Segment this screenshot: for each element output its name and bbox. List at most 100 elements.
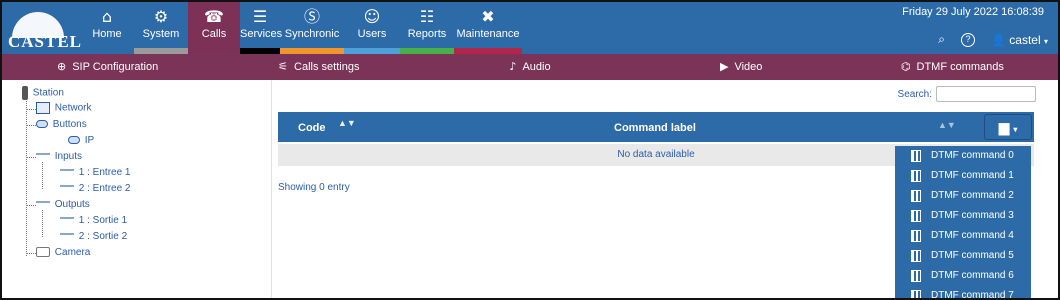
nav-synchronic-label: Synchronic xyxy=(284,28,340,40)
dropdown-item-label: DTMF command 0 xyxy=(931,150,1014,161)
buttons-icon xyxy=(36,120,48,129)
dropdown-item[interactable]: DTMF command 6 xyxy=(895,266,1031,286)
outputs-icon xyxy=(36,201,50,207)
tools-icon: ✖ xyxy=(481,7,495,26)
subnav-video[interactable]: ▶ Video xyxy=(636,54,847,80)
datetime: Friday 29 July 2022 16:08:39 xyxy=(902,6,1044,18)
keypad-icon xyxy=(911,250,921,262)
nav-calls[interactable]: ☎ Calls xyxy=(188,2,240,54)
tree-node-buttons[interactable]: Buttons xyxy=(36,119,87,130)
subnav-audio[interactable]: ♪ Audio xyxy=(424,54,635,80)
tree-line xyxy=(26,205,36,206)
top-navbar: CASTEL ⌂ Home ⚙ System ☎ Calls ☰ Service… xyxy=(2,2,1058,54)
tree-node-input-2[interactable]: 2 : Entree 2 xyxy=(60,183,130,194)
keypad-icon xyxy=(911,290,921,298)
input-icon xyxy=(60,169,74,175)
subnav-calls-settings[interactable]: ⚟ Calls settings xyxy=(213,54,424,80)
reports-icon: ☷ xyxy=(419,7,435,26)
globe-icon: ⊕ xyxy=(56,60,67,73)
main-nav: ⌂ Home ⚙ System ☎ Calls ☰ Services Ⓢ Syn… xyxy=(80,2,522,54)
sort-icon[interactable]: ▲▼ xyxy=(938,120,956,130)
subnav-audio-label: Audio xyxy=(522,61,551,73)
tree-node-input-1[interactable]: 1 : Entree 1 xyxy=(60,167,130,178)
castel-logo[interactable]: CASTEL xyxy=(2,2,81,54)
column-header-code[interactable]: Code xyxy=(298,122,326,134)
dropdown-item[interactable]: DTMF command 0 xyxy=(895,146,1031,166)
tree-node-ip[interactable]: IP xyxy=(68,135,94,146)
sort-ascending-icon[interactable]: ▲▼ xyxy=(338,118,356,128)
table-header: Code ▲▼ Command label ▲▼ ▆ ▾ xyxy=(278,112,1034,142)
table-info: Showing 0 entry xyxy=(278,182,350,193)
column-header-command-label[interactable]: Command label xyxy=(614,122,696,134)
dropdown-item-label: DTMF command 6 xyxy=(931,270,1014,281)
user-icon: 👤 xyxy=(990,32,1006,47)
sync-icon: Ⓢ xyxy=(303,7,320,26)
tree-node-output-2[interactable]: 2 : Sortie 2 xyxy=(60,231,127,242)
tree-line xyxy=(42,162,43,189)
nav-users-label: Users xyxy=(357,28,387,40)
dropdown-item-label: DTMF command 1 xyxy=(931,170,1014,181)
nav-users[interactable]: ☺ Users xyxy=(344,2,400,54)
nav-services[interactable]: ☰ Services xyxy=(240,2,283,54)
input-icon xyxy=(60,185,74,191)
logo-text: CASTEL xyxy=(8,32,83,51)
nav-system[interactable]: ⚙ System xyxy=(134,2,188,54)
user-menu[interactable]: 👤 castel ▾ xyxy=(991,33,1048,47)
keypad-icon xyxy=(911,230,921,242)
user-name: castel xyxy=(1009,32,1041,47)
nav-maintenance[interactable]: ✖ Maintenance xyxy=(454,2,522,54)
tree-node-outputs[interactable]: Outputs xyxy=(36,199,90,210)
tree-ip-label: IP xyxy=(84,135,95,146)
tree-output2-label: 2 : Sortie 2 xyxy=(78,231,128,242)
tree-node-inputs[interactable]: Inputs xyxy=(36,151,82,162)
dropdown-item[interactable]: DTMF command 2 xyxy=(895,186,1031,206)
tree-line xyxy=(26,125,36,126)
tree-line xyxy=(42,210,43,237)
add-command-button[interactable]: ▆ ▾ xyxy=(984,114,1032,140)
dropdown-item[interactable]: DTMF command 5 xyxy=(895,246,1031,266)
dropdown-item[interactable]: DTMF command 7 xyxy=(895,286,1031,300)
subnav-dtmf-label: DTMF commands xyxy=(916,61,1004,73)
network-icon xyxy=(36,102,50,114)
nav-home[interactable]: ⌂ Home xyxy=(80,2,134,54)
tree-network-label: Network xyxy=(54,102,92,114)
keypad-icon xyxy=(911,150,921,162)
search-input[interactable] xyxy=(936,86,1036,102)
top-right-area: Friday 29 July 2022 16:08:39 ⌕ ? 👤 caste… xyxy=(872,2,1058,54)
tree-node-network[interactable]: Network xyxy=(36,102,91,114)
nav-home-label: Home xyxy=(92,28,122,40)
users-icon: ☺ xyxy=(363,7,381,26)
help-icon[interactable]: ? xyxy=(960,32,975,47)
subnav-sip-configuration[interactable]: ⊕ SIP Configuration xyxy=(2,54,213,80)
table-search: Search: xyxy=(898,86,1036,102)
calls-subnav: ⊕ SIP Configuration ⚟ Calls settings ♪ Audi… xyxy=(2,54,1058,80)
tree-line xyxy=(26,109,36,110)
home-icon: ⌂ xyxy=(101,7,113,26)
dropdown-item-label: DTMF command 4 xyxy=(931,230,1014,241)
nav-calls-label: Calls xyxy=(201,28,227,40)
tree-line xyxy=(26,253,36,254)
keypad-icon xyxy=(911,270,921,282)
dropdown-item-label: DTMF command 7 xyxy=(931,290,1014,300)
nav-services-label: Services xyxy=(240,28,283,40)
list-icon: ☰ xyxy=(252,7,268,26)
tree-inputs-label: Inputs xyxy=(54,151,83,162)
tree-buttons-label: Buttons xyxy=(52,119,87,130)
tree-node-output-1[interactable]: 1 : Sortie 1 xyxy=(60,215,127,226)
top-right-icons: ⌕ ? 👤 castel ▾ xyxy=(938,32,1048,47)
keypad-icon xyxy=(911,170,921,182)
tree-node-camera[interactable]: Camera xyxy=(36,247,90,258)
search-icon[interactable]: ⌕ xyxy=(938,32,945,47)
tree-line xyxy=(26,157,36,158)
nav-reports-label: Reports xyxy=(407,28,447,40)
dropdown-item[interactable]: DTMF command 3 xyxy=(895,206,1031,226)
nav-synchronic[interactable]: Ⓢ Synchronic xyxy=(280,2,344,54)
dropdown-item[interactable]: DTMF command 1 xyxy=(895,166,1031,186)
nav-reports[interactable]: ☷ Reports xyxy=(400,2,454,54)
subnav-dtmf-commands[interactable]: ⌬ DTMF commands xyxy=(847,54,1058,80)
search-label: Search: xyxy=(897,88,932,100)
dropdown-item-label: DTMF command 2 xyxy=(931,190,1014,201)
dropdown-item[interactable]: DTMF command 4 xyxy=(895,226,1031,246)
keypad-icon xyxy=(911,190,921,202)
tree-node-station[interactable]: Station xyxy=(22,86,64,100)
